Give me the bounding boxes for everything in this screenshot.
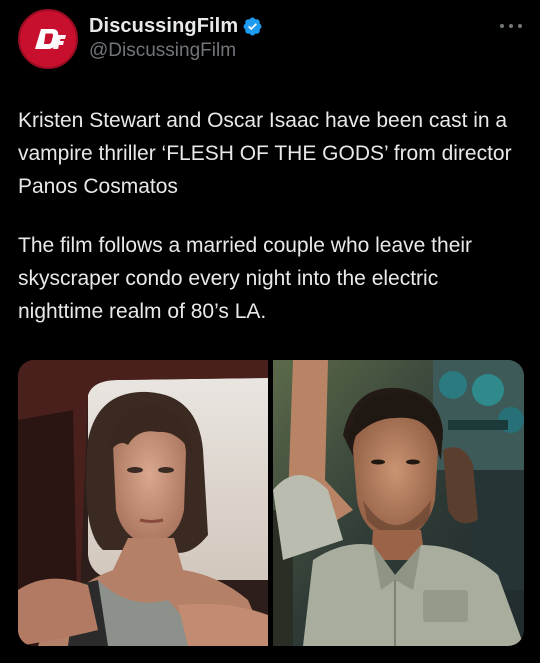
media-grid: [18, 360, 524, 646]
photo-oscar-isaac[interactable]: [273, 360, 524, 646]
tweet-paragraph: Kristen Stewart and Oscar Isaac have bee…: [18, 109, 512, 198]
photo-kristen-stewart[interactable]: [18, 360, 268, 646]
account-handle[interactable]: @DiscussingFilm: [89, 40, 236, 62]
avatar[interactable]: [18, 9, 78, 69]
account-name-row: DiscussingFilm: [89, 14, 263, 38]
tweet-text: Kristen Stewart and Oscar Isaac have bee…: [18, 104, 528, 328]
discussingfilm-logo-icon: [35, 29, 66, 49]
tweet-paragraph: The film follows a married couple who le…: [18, 234, 473, 323]
display-name[interactable]: DiscussingFilm: [89, 15, 238, 38]
more-options-icon[interactable]: [500, 20, 522, 32]
tweet: DiscussingFilm @DiscussingFilm Kristen S…: [0, 0, 540, 663]
verified-badge-icon: [243, 17, 262, 35]
